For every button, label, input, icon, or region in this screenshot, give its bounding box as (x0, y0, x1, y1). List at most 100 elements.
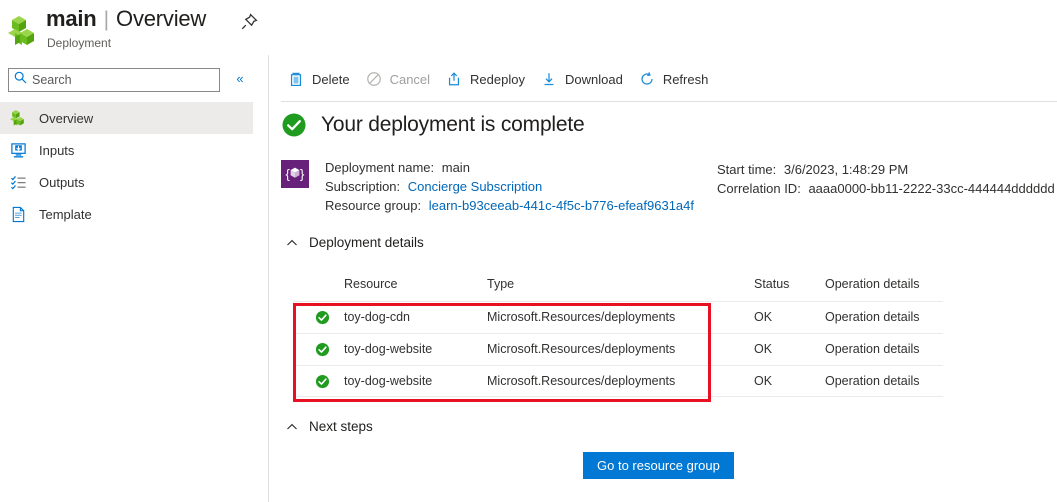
collapse-sidebar-button[interactable]: « (231, 70, 249, 88)
page-title-main: main (46, 6, 97, 31)
cancel-button: Cancel (359, 64, 439, 94)
resource-group-cubes-icon (9, 109, 27, 127)
refresh-button-label: Refresh (662, 71, 709, 87)
outputs-list-icon (9, 173, 27, 191)
subscription-link[interactable]: Concierge Subscription (408, 179, 542, 194)
column-header-resource: Resource (344, 277, 398, 291)
column-header-operation-details: Operation details (825, 277, 920, 291)
sidebar-item-overview[interactable]: Overview (0, 102, 253, 134)
meta-correlation-id: Correlation ID: aaaa0000-bb11-2222-33cc-… (717, 179, 1055, 198)
table-row: toy-dog-cdn Microsoft.Resources/deployme… (293, 301, 943, 333)
resource-link[interactable]: toy-dog-website (344, 374, 432, 388)
deployment-status-header: Your deployment is complete (281, 112, 585, 138)
next-steps-section-header[interactable]: Next steps (285, 419, 373, 434)
svg-text:}: } (300, 167, 305, 182)
page-title-separator: | (103, 8, 110, 31)
resource-type: Microsoft.Resources/deployments (487, 374, 676, 388)
meta-value: main (441, 160, 470, 175)
status-value: OK (754, 374, 773, 388)
delete-button-label: Delete (312, 71, 350, 87)
section-title: Deployment details (309, 235, 424, 250)
sidebar-item-label: Template (39, 206, 92, 222)
pin-icon[interactable] (238, 11, 260, 33)
deployment-template-braces-icon: { } (281, 160, 309, 188)
download-arrow-icon (540, 70, 558, 88)
meta-resource-group: Resource group: learn-b93ceeab-441c-4f5c… (325, 196, 694, 215)
refresh-button[interactable]: Refresh (632, 64, 718, 94)
operation-details-link[interactable]: Operation details (825, 342, 920, 356)
blade-header: main | Overview Deployment ⋯ (0, 0, 287, 58)
left-pane: main | Overview Deployment ⋯ (0, 0, 287, 502)
meta-label: Subscription: (325, 179, 401, 194)
operation-details-link[interactable]: Operation details (825, 374, 920, 388)
cancel-button-label: Cancel (389, 71, 431, 87)
status-value: OK (754, 342, 773, 356)
meta-label: Start time: (717, 162, 777, 177)
cancel-circle-slash-icon (365, 70, 383, 88)
meta-value: 3/6/2023, 1:48:29 PM (783, 162, 909, 177)
meta-value: aaaa0000-bb11-2222-33cc-444444dddddd (808, 181, 1055, 196)
download-button-label: Download (564, 71, 623, 87)
resource-group-link[interactable]: learn-b93ceeab-441c-4f5c-b776-efeaf9631a… (429, 198, 694, 213)
template-document-icon (9, 205, 27, 223)
deployment-meta-left: Deployment name: main Subscription: Conc… (325, 158, 694, 215)
success-check-circle-icon (281, 112, 307, 138)
svg-text:{: { (286, 167, 291, 182)
chevron-up-icon (285, 420, 299, 434)
operation-details-link[interactable]: Operation details (825, 310, 920, 324)
success-check-circle-icon (315, 342, 330, 357)
meta-start-time: Start time: 3/6/2023, 1:48:29 PM (717, 160, 1055, 179)
command-toolbar: Delete Cancel Redeploy Download Refresh (281, 62, 717, 96)
redeploy-button-label: Redeploy (470, 71, 525, 87)
chevron-up-icon (285, 236, 299, 250)
azure-portal-deployment-overview: main | Overview Deployment ⋯ (0, 0, 1057, 502)
success-check-circle-icon (315, 374, 330, 389)
search-icon (14, 71, 27, 89)
deployment-meta-right: Start time: 3/6/2023, 1:48:29 PM Correla… (717, 160, 1055, 198)
inputs-monitor-icon (9, 141, 27, 159)
search-input[interactable] (32, 73, 207, 87)
column-header-type: Type (487, 277, 515, 291)
download-button[interactable]: Download (534, 64, 632, 94)
page-subtitle: Deployment (47, 36, 112, 50)
sidebar-item-label: Overview (39, 110, 94, 126)
resource-type: Microsoft.Resources/deployments (487, 310, 676, 324)
main-pane: Delete Cancel Redeploy Download Refresh … (269, 0, 1057, 502)
meta-label: Resource group: (325, 198, 422, 213)
meta-deployment-name: Deployment name: main (325, 158, 694, 177)
meta-label: Deployment name: (325, 160, 435, 175)
table-header-row: Resource Type Status Operation details (293, 273, 943, 301)
redeploy-upload-icon (445, 70, 463, 88)
table-row: toy-dog-website Microsoft.Resources/depl… (293, 333, 943, 365)
sidebar-nav: Overview Inputs Outputs Template (0, 102, 253, 230)
deployment-status-title: Your deployment is complete (321, 113, 585, 136)
resource-link[interactable]: toy-dog-website (344, 342, 432, 356)
sidebar-item-template[interactable]: Template (0, 198, 253, 230)
resource-group-cubes-icon (8, 16, 40, 46)
column-header-status: Status (754, 277, 790, 291)
resource-link[interactable]: toy-dog-cdn (344, 310, 410, 324)
resource-type: Microsoft.Resources/deployments (487, 342, 676, 356)
success-check-circle-icon (315, 310, 330, 325)
search-box[interactable] (8, 68, 220, 92)
trash-icon (287, 70, 305, 88)
redeploy-button[interactable]: Redeploy (439, 64, 534, 94)
sidebar-item-label: Outputs (39, 174, 85, 190)
sidebar-item-label: Inputs (39, 142, 75, 158)
status-value: OK (754, 310, 773, 324)
sidebar-item-inputs[interactable]: Inputs (0, 134, 253, 166)
section-title: Next steps (309, 419, 373, 434)
go-to-resource-group-button[interactable]: Go to resource group (583, 452, 734, 479)
deployment-details-table: Resource Type Status Operation details t… (293, 273, 943, 397)
search-container (8, 68, 220, 92)
meta-label: Correlation ID: (717, 181, 801, 196)
sidebar-item-outputs[interactable]: Outputs (0, 166, 253, 198)
meta-subscription: Subscription: Concierge Subscription (325, 177, 694, 196)
page-title: main | Overview (46, 6, 206, 32)
deployment-details-section-header[interactable]: Deployment details (285, 235, 424, 250)
toolbar-divider (281, 101, 1057, 102)
refresh-circle-icon (638, 70, 656, 88)
delete-button[interactable]: Delete (281, 64, 359, 94)
page-title-sub: Overview (116, 6, 207, 31)
table-row: toy-dog-website Microsoft.Resources/depl… (293, 365, 943, 397)
